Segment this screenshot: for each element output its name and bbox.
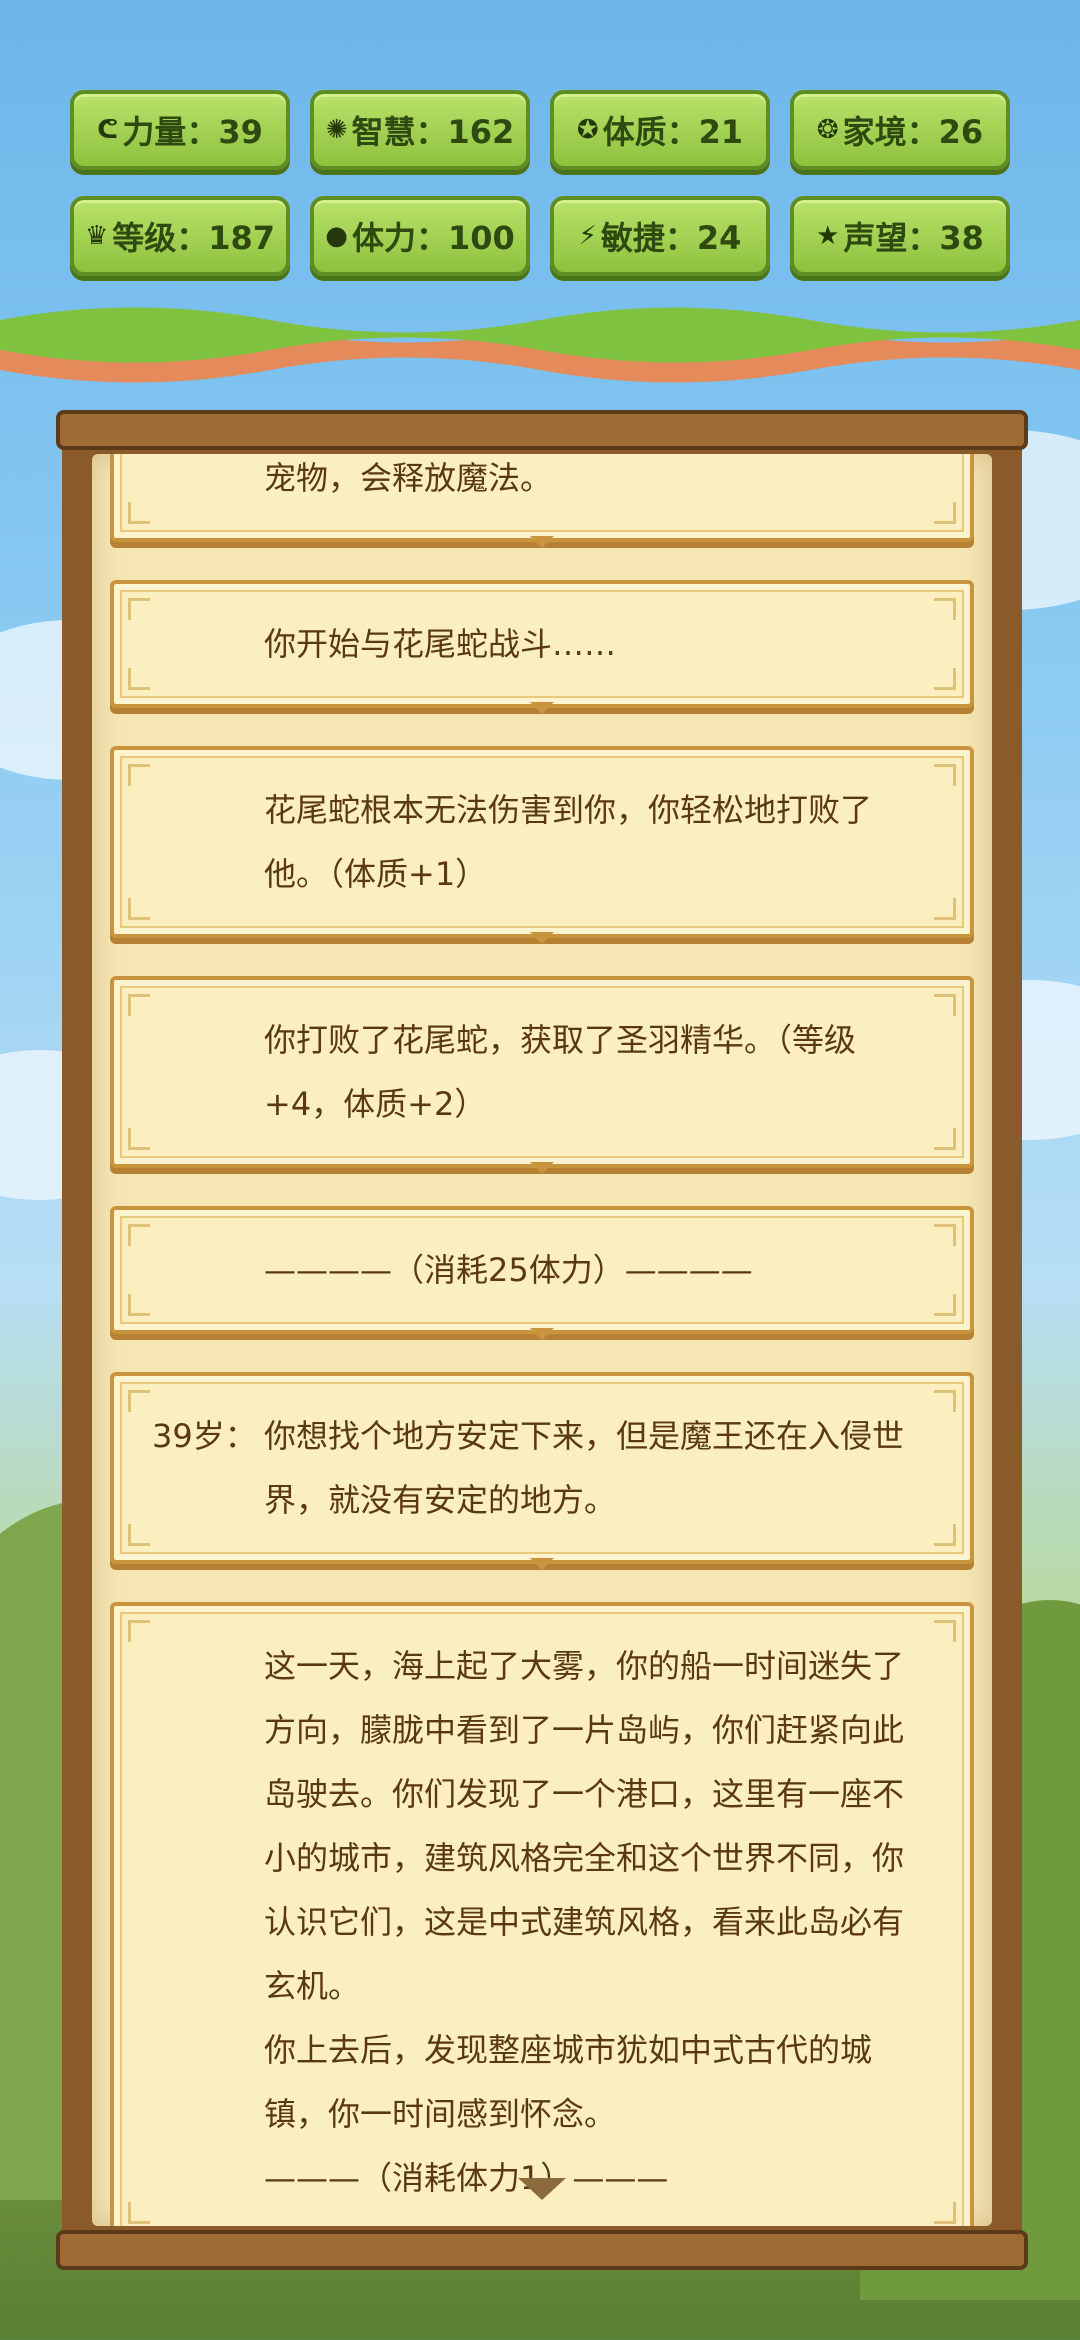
stat-wisdom: ✺ 智慧：162 — [310, 90, 530, 170]
stat-agility: ⚡ 敏捷：24 — [550, 196, 770, 276]
corner-ornament — [128, 1294, 150, 1316]
log-entry: 39岁： 你想找个地方安定下来，但是魔王还在入侵世界，就没有安定的地方。 — [110, 1372, 974, 1570]
ribbon-divider — [0, 307, 1080, 383]
log-entry: 这一天，海上起了大雾，你的船一时间迷失了方向，朦胧中看到了一片岛屿，你们赶紧向此… — [110, 1602, 974, 2226]
corner-ornament — [934, 1390, 956, 1412]
log-feed[interactable]: 宠物，会释放魔法。你开始与花尾蛇战斗…… 花尾蛇根本无法伤害到你，你轻松地打败了他… — [110, 454, 974, 2226]
wisdom-icon: ✺ — [325, 115, 348, 145]
corner-ornament — [128, 1620, 150, 1642]
stat-constitution: ✪ 体质：21 — [550, 90, 770, 170]
strength-icon: ᕦ — [97, 115, 119, 145]
corner-ornament — [934, 994, 956, 1016]
corner-ornament — [128, 1390, 150, 1412]
stat-strength: ᕦ 力量：39 — [70, 90, 290, 170]
entry-text: 这一天，海上起了大雾，你的船一时间迷失了方向，朦胧中看到了一片岛屿，你们赶紧向此… — [264, 1647, 905, 2197]
corner-ornament — [934, 1524, 956, 1546]
corner-ornament — [128, 1524, 150, 1546]
stat-stamina: ● 体力：100 — [310, 196, 530, 276]
corner-ornament — [128, 994, 150, 1016]
entry-notch — [530, 1328, 554, 1340]
corner-ornament — [934, 1128, 956, 1150]
log-entry: 你打败了花尾蛇，获取了圣羽精华。（等级+4，体质+2） — [110, 976, 974, 1174]
scroll-down-icon[interactable] — [518, 2178, 566, 2200]
log-entry: 花尾蛇根本无法伤害到你，你轻松地打败了他。（体质+1） — [110, 746, 974, 944]
entry-age: 39岁： — [152, 1417, 257, 1455]
corner-ornament — [934, 2202, 956, 2224]
entry-text: 宠物，会释放魔法。 — [264, 459, 553, 497]
corner-ornament — [934, 1224, 956, 1246]
entry-notch — [530, 536, 554, 548]
corner-ornament — [128, 898, 150, 920]
entry-text: ————（消耗25体力）———— — [264, 1251, 753, 1289]
corner-ornament — [934, 668, 956, 690]
corner-ornament — [128, 1224, 150, 1246]
stamina-icon: ● — [325, 221, 348, 251]
corner-ornament — [128, 764, 150, 786]
log-entry: 你开始与花尾蛇战斗…… — [110, 580, 974, 714]
corner-ornament — [128, 502, 150, 524]
scroll-top-rod — [56, 410, 1028, 450]
entry-notch — [530, 702, 554, 714]
story-log[interactable]: 宠物，会释放魔法。你开始与花尾蛇战斗…… 花尾蛇根本无法伤害到你，你轻松地打败了他… — [92, 454, 992, 2226]
agility-icon: ⚡ — [578, 221, 597, 251]
family-icon: ❂ — [816, 115, 839, 145]
corner-ornament — [128, 598, 150, 620]
entry-notch — [530, 932, 554, 944]
stat-family: ❂ 家境：26 — [790, 90, 1010, 170]
stats-panel: ᕦ 力量：39 ✺ 智慧：162 ✪ 体质：21 ❂ 家境：26 ♛ 等级：187 ● 体力… — [70, 90, 1010, 276]
stat-reputation: ★ 声望：38 — [790, 196, 1010, 276]
constitution-icon: ✪ — [576, 115, 599, 145]
entry-text: 你开始与花尾蛇战斗…… — [264, 625, 617, 663]
corner-ornament — [934, 764, 956, 786]
log-entry: 宠物，会释放魔法。 — [110, 454, 974, 548]
corner-ornament — [128, 1128, 150, 1150]
entry-text: 你想找个地方安定下来，但是魔王还在入侵世界，就没有安定的地方。 — [264, 1417, 905, 1519]
story-scroll: 宠物，会释放魔法。你开始与花尾蛇战斗…… 花尾蛇根本无法伤害到你，你轻松地打败了他… — [56, 410, 1028, 2270]
corner-ornament — [128, 668, 150, 690]
entry-text: 你打败了花尾蛇，获取了圣羽精华。（等级+4，体质+2） — [264, 1021, 857, 1123]
corner-ornament — [934, 1294, 956, 1316]
star-icon: ★ — [816, 221, 840, 251]
corner-ornament — [128, 2202, 150, 2224]
corner-ornament — [934, 598, 956, 620]
scroll-bottom-rod — [56, 2230, 1028, 2270]
entry-text: 花尾蛇根本无法伤害到你，你轻松地打败了他。（体质+1） — [264, 791, 873, 893]
stat-level: ♛ 等级：187 — [70, 196, 290, 276]
log-entry: ————（消耗25体力）———— — [110, 1206, 974, 1340]
entry-notch — [530, 1162, 554, 1174]
corner-ornament — [934, 1620, 956, 1642]
entry-notch — [530, 1558, 554, 1570]
corner-ornament — [934, 502, 956, 524]
corner-ornament — [934, 898, 956, 920]
crown-icon: ♛ — [84, 221, 109, 251]
